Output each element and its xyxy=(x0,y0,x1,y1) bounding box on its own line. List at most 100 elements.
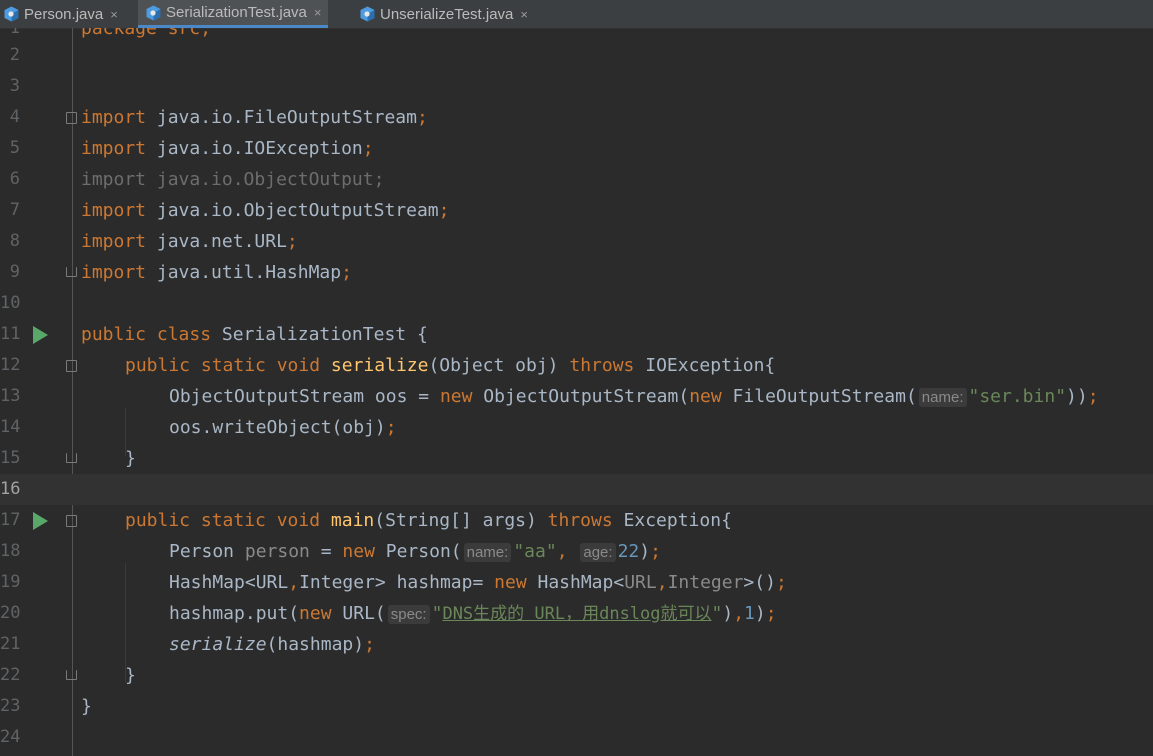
code-line: 15 } xyxy=(0,443,1153,474)
identifier: (hashmap) xyxy=(266,634,365,655)
params: (Object obj) xyxy=(428,355,570,376)
line-number: 14 xyxy=(0,417,21,437)
java-class-icon xyxy=(360,6,375,22)
code-text: import java.util.HashMap; xyxy=(81,257,352,288)
semicolon: ; xyxy=(1087,386,1099,407)
line-number: 5 xyxy=(9,138,20,158)
code-text: Person person = new Person(name: "aa", ag… xyxy=(169,536,661,568)
line-number: 4 xyxy=(9,107,20,127)
close-icon[interactable]: × xyxy=(520,7,528,22)
identifier: Integer> hashmap= xyxy=(299,572,495,593)
code-text: import java.net.URL; xyxy=(81,226,298,257)
run-icon[interactable] xyxy=(33,512,48,530)
tab-label: Person.java xyxy=(24,5,104,23)
code-line: 22 } xyxy=(0,660,1153,691)
fold-icon[interactable] xyxy=(66,670,77,680)
identifier: ObjectOutputStream oos = xyxy=(169,386,440,407)
code-text: HashMap<URL,Integer> hashmap= new HashMa… xyxy=(169,567,787,598)
identifier: java.io.FileOutputStream xyxy=(146,107,417,128)
code-text: } xyxy=(125,448,136,469)
line-number: 17 xyxy=(0,510,21,530)
identifier: IOException{ xyxy=(634,355,776,376)
editor-tab-bar: Person.java × SerializationTest.java × U… xyxy=(0,0,1153,29)
close-icon[interactable]: × xyxy=(314,5,322,20)
keyword: public class xyxy=(81,324,212,345)
comma: , xyxy=(556,541,568,562)
identifier: java.util.HashMap xyxy=(146,262,342,283)
keyword: public static void xyxy=(125,355,321,376)
method-name: main xyxy=(330,510,375,531)
code-text: } xyxy=(125,665,136,686)
code-text: ObjectOutputStream oos = new ObjectOutpu… xyxy=(169,381,1099,413)
line-number: 2 xyxy=(9,45,20,65)
fold-icon[interactable] xyxy=(66,360,77,372)
line-number: 16 xyxy=(0,479,21,499)
semicolon: ; xyxy=(362,138,374,159)
code-editor[interactable]: 1 package src; 2 3 4 import java.io.File… xyxy=(0,28,1153,756)
identifier: FileOutputStream( xyxy=(721,386,917,407)
code-line: 17 public static void main(String[] args… xyxy=(0,505,1153,536)
keyword: new xyxy=(494,572,527,593)
string-literal: DNS生成的 URL，用dnslog就可以 xyxy=(442,604,712,624)
code-line: 12 public static void serialize(Object o… xyxy=(0,350,1153,381)
code-line: 13 ObjectOutputStream oos = new ObjectOu… xyxy=(0,381,1153,412)
keyword: throws xyxy=(547,510,613,531)
identifier: Person xyxy=(169,541,245,562)
code-line: 8 import java.net.URL; xyxy=(0,226,1153,257)
tab-person-java[interactable]: Person.java × xyxy=(4,0,118,28)
fold-icon[interactable] xyxy=(66,267,77,277)
code-text: oos.writeObject(obj); xyxy=(169,412,397,443)
string-literal: "ser.bin" xyxy=(968,386,1067,407)
fold-icon[interactable] xyxy=(66,515,77,527)
code-line: 7 import java.io.ObjectOutputStream; xyxy=(0,195,1153,226)
code-line: 24 xyxy=(0,722,1153,753)
line-number: 8 xyxy=(9,231,20,251)
string-literal: "aa" xyxy=(513,541,557,562)
code-line: 19 HashMap<URL,Integer> hashmap= new Has… xyxy=(0,567,1153,598)
class-declaration: SerializationTest { xyxy=(211,324,428,345)
close-icon[interactable]: × xyxy=(110,7,118,22)
code-text: serialize(hashmap); xyxy=(169,629,375,660)
code-line: 5 import java.io.IOException; xyxy=(0,133,1153,164)
static-method-call: serialize xyxy=(169,634,267,655)
keyword: public static void xyxy=(125,510,321,531)
fold-icon[interactable] xyxy=(66,112,77,124)
fold-icon[interactable] xyxy=(66,453,77,463)
tab-unserializetest-java[interactable]: UnserializeTest.java × xyxy=(360,0,528,28)
code-line: 18 Person person = new Person(name: "aa",… xyxy=(0,536,1153,567)
identifier: ObjectOutputStream( xyxy=(472,386,690,407)
code-line: 2 xyxy=(0,40,1153,71)
semicolon: ; xyxy=(765,603,777,624)
line-number: 6 xyxy=(9,169,20,189)
unused-import: import java.io.ObjectOutput; xyxy=(81,169,385,190)
keyword: new xyxy=(689,386,722,407)
number-literal: 22 xyxy=(617,541,640,562)
params: (String[] args) xyxy=(374,510,548,531)
code-line: 9 import java.util.HashMap; xyxy=(0,257,1153,288)
code-text: } xyxy=(81,696,92,717)
semicolon: ; xyxy=(364,634,375,655)
type-arg: URL xyxy=(624,572,657,593)
code-line: 20 hashmap.put(new URL(spec: "DNS生成的 URL，… xyxy=(0,598,1153,629)
parameter-hint: age: xyxy=(580,543,616,562)
code-line: 14 oos.writeObject(obj); xyxy=(0,412,1153,443)
punct: ) xyxy=(722,603,734,624)
line-number: 15 xyxy=(0,448,21,468)
code-text: public static void main(String[] args) t… xyxy=(125,505,732,536)
comma: , xyxy=(288,572,300,593)
punct: )) xyxy=(1066,386,1088,407)
line-number: 13 xyxy=(0,386,21,406)
keyword: import xyxy=(81,200,147,221)
code-line: 6 import java.io.ObjectOutput; xyxy=(0,164,1153,195)
comma: , xyxy=(656,572,668,593)
tab-label: UnserializeTest.java xyxy=(380,5,514,23)
code-text: hashmap.put(new URL(spec: "DNS生成的 URL，用dn… xyxy=(169,598,777,630)
tab-serializationtest-java[interactable]: SerializationTest.java × xyxy=(138,0,328,28)
line-number: 3 xyxy=(9,76,20,96)
line-number: 19 xyxy=(0,572,21,592)
run-icon[interactable] xyxy=(33,326,48,344)
keyword: new xyxy=(439,386,473,407)
code-text: public static void serialize(Object obj)… xyxy=(125,350,775,381)
identifier: java.net.URL xyxy=(146,231,287,252)
identifier: Exception{ xyxy=(612,510,732,531)
